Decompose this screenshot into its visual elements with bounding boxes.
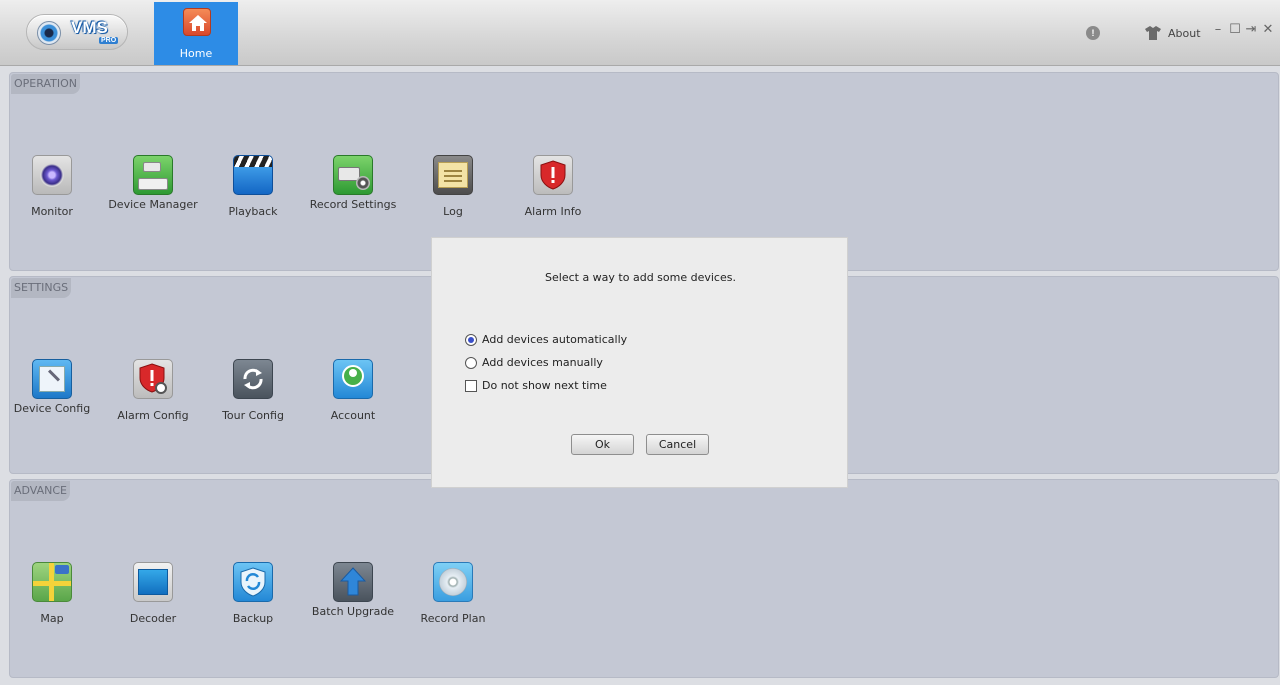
alarm-info-icon	[533, 155, 573, 195]
logo-text: VMS	[71, 18, 108, 37]
ok-button[interactable]: Ok	[571, 434, 634, 455]
radio-manual[interactable]	[465, 357, 477, 369]
tour-config-item[interactable]: Tour Config	[208, 359, 298, 423]
record-settings-label: Record Settings	[309, 198, 397, 211]
operation-label: OPERATION	[11, 74, 80, 94]
alarm-info-item[interactable]: Alarm Info	[508, 155, 598, 219]
vms-logo: VMS PRO	[26, 14, 128, 50]
log-icon	[433, 155, 473, 195]
home-icon	[183, 8, 211, 36]
decoder-item[interactable]: Decoder	[108, 562, 198, 626]
device-config-item[interactable]: Device Config	[7, 359, 97, 416]
dialog-message: Select a way to add some devices.	[545, 271, 736, 284]
alarm-config-label: Alarm Config	[117, 409, 189, 422]
cancel-button[interactable]: Cancel	[646, 434, 709, 455]
alarm-config-icon	[133, 359, 173, 399]
backup-icon	[233, 562, 273, 602]
camera-eye-icon	[37, 21, 61, 45]
batch-upgrade-label: Batch Upgrade	[311, 605, 395, 618]
add-devices-dialog: Select a way to add some devices. Add de…	[431, 237, 848, 488]
record-plan-icon	[433, 562, 473, 602]
backup-item[interactable]: Backup	[208, 562, 298, 626]
monitor-label: Monitor	[31, 205, 73, 218]
dont-show-label: Do not show next time	[482, 379, 607, 392]
settings-label: SETTINGS	[11, 278, 72, 298]
device-config-icon	[32, 359, 72, 399]
advance-label: ADVANCE	[11, 481, 71, 501]
playback-icon	[233, 155, 273, 195]
monitor-icon	[32, 155, 72, 195]
exit-button[interactable]: ⇥	[1245, 23, 1257, 37]
close-button[interactable]: ✕	[1262, 23, 1274, 37]
decoder-icon	[133, 562, 173, 602]
advance-panel: ADVANCE Map Decoder Backup Batch Upgrade…	[9, 479, 1279, 678]
tour-config-label: Tour Config	[222, 409, 284, 422]
backup-label: Backup	[232, 612, 274, 625]
shirt-icon[interactable]	[1145, 26, 1161, 40]
info-icon[interactable]: !	[1086, 26, 1100, 40]
record-plan-item[interactable]: Record Plan	[408, 562, 498, 626]
device-manager-label: Device Manager	[108, 198, 198, 211]
account-icon	[333, 359, 373, 399]
decoder-label: Decoder	[129, 612, 177, 625]
radio-auto[interactable]	[465, 334, 477, 346]
playback-item[interactable]: Playback	[208, 155, 298, 219]
log-item[interactable]: Log	[408, 155, 498, 219]
about-link[interactable]: About	[1168, 27, 1201, 40]
map-label: Map	[40, 612, 64, 625]
option-auto-label: Add devices automatically	[482, 333, 628, 346]
logo-badge: PRO	[99, 37, 119, 44]
record-settings-item[interactable]: Record Settings	[308, 155, 398, 212]
title-bar: VMS PRO Home ! About – ☐ ⇥ ✕	[0, 0, 1280, 66]
record-plan-label: Record Plan	[420, 612, 486, 625]
alarm-config-item[interactable]: Alarm Config	[108, 359, 198, 423]
device-config-label: Device Config	[13, 402, 91, 415]
tab-home[interactable]: Home	[154, 2, 238, 65]
log-label: Log	[443, 205, 463, 218]
monitor-item[interactable]: Monitor	[7, 155, 97, 219]
batch-upgrade-icon	[333, 562, 373, 602]
record-settings-icon	[333, 155, 373, 195]
option-manual-label: Add devices manually	[482, 356, 603, 369]
map-item[interactable]: Map	[7, 562, 97, 626]
playback-label: Playback	[228, 205, 278, 218]
account-item[interactable]: Account	[308, 359, 398, 423]
alarm-info-label: Alarm Info	[524, 205, 582, 218]
map-icon	[32, 562, 72, 602]
account-label: Account	[330, 409, 376, 422]
tour-config-icon	[233, 359, 273, 399]
dont-show-checkbox[interactable]	[465, 380, 477, 392]
minimize-button[interactable]: –	[1212, 23, 1224, 37]
batch-upgrade-item[interactable]: Batch Upgrade	[308, 562, 398, 619]
tab-home-label: Home	[179, 47, 213, 60]
device-manager-item[interactable]: Device Manager	[108, 155, 198, 212]
device-manager-icon	[133, 155, 173, 195]
restore-button[interactable]: ☐	[1229, 23, 1241, 37]
